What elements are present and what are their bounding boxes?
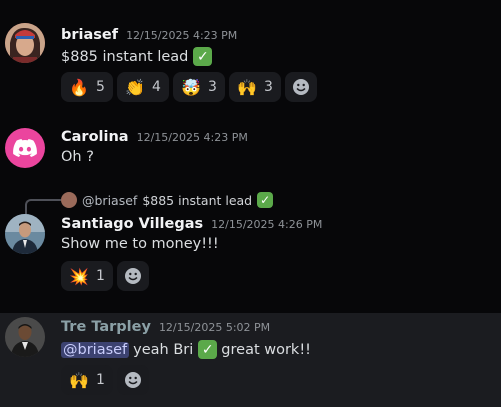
- reaction-raising-hands[interactable]: 🙌 3: [229, 72, 281, 102]
- username[interactable]: Santiago Villegas: [61, 216, 203, 232]
- smiley-icon: [293, 79, 309, 95]
- message-text: Oh ?: [61, 149, 94, 165]
- reaction-count: 3: [264, 79, 273, 95]
- reply-username[interactable]: @briasef: [82, 193, 137, 208]
- reactions-row: 🔥 5 👏 4 🤯 3 🙌 3: [61, 72, 317, 102]
- message-text: @briasef yeah Bri ✓ great work!!: [61, 340, 311, 359]
- user-photo-icon: [5, 214, 45, 254]
- username[interactable]: Tre Tarpley: [61, 319, 151, 335]
- smiley-icon: [125, 372, 141, 388]
- message-content-tail: great work!!: [221, 341, 311, 358]
- exploding-head-icon: 🤯: [181, 77, 201, 97]
- username[interactable]: Carolina: [61, 129, 129, 145]
- username[interactable]: briasef: [61, 27, 118, 43]
- discord-logo-icon: [13, 139, 37, 157]
- avatar[interactable]: [5, 128, 45, 168]
- reply-reference[interactable]: @briasef $885 instant lead ✓: [61, 192, 274, 208]
- reaction-exploding-head[interactable]: 🤯 3: [173, 72, 225, 102]
- reaction-fire[interactable]: 🔥 5: [61, 72, 113, 102]
- user-photo-icon: [5, 23, 45, 63]
- timestamp[interactable]: 12/15/2025 5:02 PM: [159, 321, 270, 334]
- fire-icon: 🔥: [69, 77, 89, 97]
- reaction-count: 3: [208, 79, 217, 95]
- message-text: $885 instant lead ✓: [61, 47, 213, 66]
- check-mark-icon: ✓: [193, 47, 213, 66]
- add-reaction-button[interactable]: [117, 261, 149, 291]
- message-content: yeah Bri: [133, 341, 194, 358]
- add-reaction-button[interactable]: [117, 365, 149, 395]
- reaction-collision[interactable]: 💥 1: [61, 261, 113, 291]
- reaction-count: 5: [96, 79, 105, 95]
- check-mark-icon: ✓: [257, 192, 274, 208]
- reply-preview-text[interactable]: $885 instant lead: [142, 193, 252, 208]
- message-content: $885 instant lead: [61, 48, 189, 65]
- reaction-raising-hands[interactable]: 🙌 1: [61, 365, 113, 395]
- raising-hands-icon: 🙌: [237, 77, 257, 97]
- reaction-count: 1: [96, 372, 105, 388]
- timestamp[interactable]: 12/15/2025 4:26 PM: [211, 218, 322, 231]
- avatar[interactable]: [5, 214, 45, 254]
- message-content: Oh ?: [61, 149, 94, 165]
- avatar[interactable]: [5, 317, 45, 357]
- reaction-count: 1: [96, 268, 105, 284]
- user-photo-icon: [5, 317, 45, 357]
- message-text: Show me to money!!!: [61, 236, 219, 252]
- avatar[interactable]: [5, 23, 45, 63]
- timestamp[interactable]: 12/15/2025 4:23 PM: [137, 131, 248, 144]
- reactions-row: 🙌 1: [61, 365, 149, 395]
- check-mark-icon: ✓: [198, 340, 218, 359]
- add-reaction-button[interactable]: [285, 72, 317, 102]
- clapping-hands-icon: 👏: [125, 77, 145, 97]
- raising-hands-icon: 🙌: [69, 370, 89, 390]
- reply-avatar: [61, 192, 77, 208]
- reaction-count: 4: [152, 79, 161, 95]
- message-content: Show me to money!!!: [61, 236, 219, 252]
- reply-connector: [25, 199, 61, 215]
- smiley-icon: [125, 268, 141, 284]
- user-mention[interactable]: @briasef: [61, 341, 130, 358]
- timestamp[interactable]: 12/15/2025 4:23 PM: [126, 29, 237, 42]
- reactions-row: 💥 1: [61, 261, 149, 291]
- reaction-clap[interactable]: 👏 4: [117, 72, 169, 102]
- collision-icon: 💥: [69, 266, 89, 286]
